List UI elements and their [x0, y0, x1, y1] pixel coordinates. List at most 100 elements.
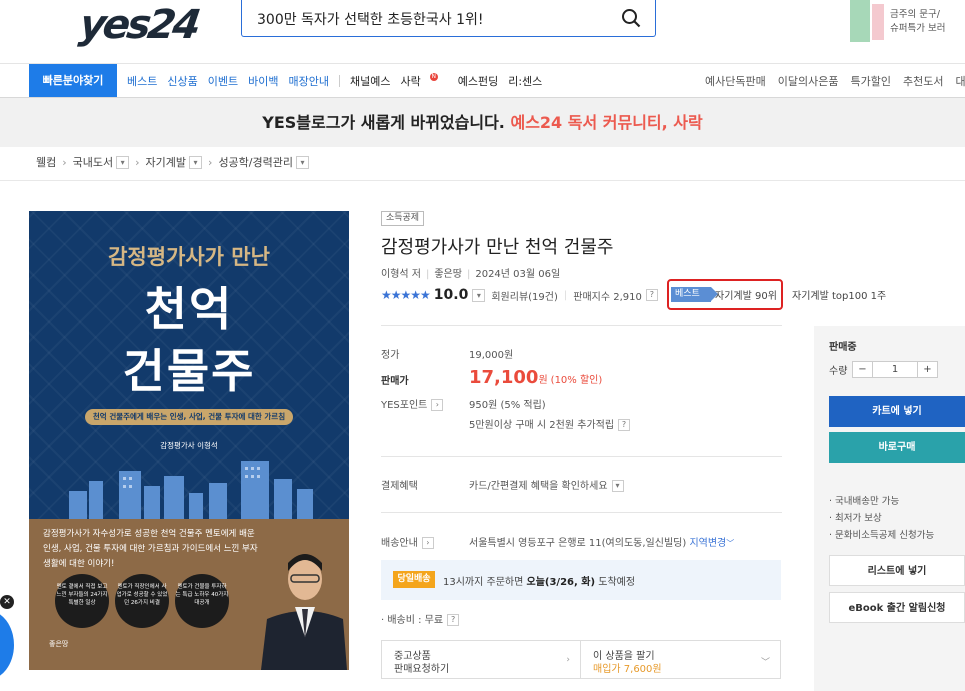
- increase-button[interactable]: +: [917, 362, 937, 377]
- rating-row: ★★★★★ 10.0 ▾ 회원리뷰(19건) | 판매지수 2,910 ?: [381, 287, 658, 303]
- announcement-banner[interactable]: YES블로그가 새롭게 바뀌었습니다. 예스24 독서 커뮤니티, 사락: [0, 98, 965, 147]
- nav-buyback[interactable]: 바이백: [248, 73, 278, 89]
- breadcrumb-domestic[interactable]: 국내도서: [73, 154, 113, 170]
- nav-store[interactable]: 매장안내: [289, 73, 329, 89]
- breadcrumb: 웰컴 › 국내도서 ▾ › 자기계발 ▾ › 성공학/경력관리 ▾: [36, 153, 309, 171]
- nav-event[interactable]: 이벤트: [208, 73, 238, 89]
- chevron-down-icon[interactable]: ▾: [116, 155, 130, 169]
- used-request: 판매요청하기: [394, 664, 450, 675]
- promo-text-1: 금주의 문구/: [890, 9, 940, 20]
- nav-discount[interactable]: 특가할인: [850, 73, 890, 89]
- delivery-date: 오늘(3/26, 화): [526, 577, 596, 588]
- benefit-2: · 최저가 보상: [829, 513, 882, 524]
- add-to-cart-button[interactable]: 카트에 넣기: [829, 396, 965, 427]
- search-input[interactable]: 300만 독자가 선택한 초등한국사 1위!: [257, 9, 483, 29]
- yes-point-value: 950원 (5% 적립): [469, 400, 546, 411]
- currency: 원: [538, 375, 548, 386]
- nav-bulk[interactable]: 대량: [955, 73, 965, 89]
- cover-publisher: 좋은땅: [49, 640, 69, 648]
- book-cover[interactable]: 감정평가사가 만난 천억 건물주 천억 건물주에게 배우는 인생, 사업, 건물…: [29, 211, 349, 670]
- quick-find-button[interactable]: 빠른분야찾기: [29, 64, 117, 97]
- nav-channel-yes[interactable]: 채널예스: [350, 73, 390, 89]
- sale-price-label: 판매가: [381, 376, 409, 387]
- breadcrumb-home[interactable]: 웰컴: [36, 154, 56, 170]
- quantity-stepper[interactable]: − 1 +: [852, 361, 938, 378]
- nav-new[interactable]: 신상품: [167, 73, 197, 89]
- cover-subtitle: 감정평가사가 만난: [108, 245, 270, 269]
- chevron-right-icon[interactable]: ›: [421, 537, 434, 549]
- breadcrumb-self-help[interactable]: 자기계발: [146, 154, 186, 170]
- cover-author: 감정평가사 이형석: [160, 441, 218, 450]
- promo-ad[interactable]: 금주의 문구/ 슈퍼특가 보러: [848, 0, 965, 44]
- buyback-price: 매입가 7,600원: [593, 664, 662, 675]
- chevron-down-icon[interactable]: ▾: [472, 288, 486, 302]
- benefit-3: · 문화비소득공제 신청가능: [829, 530, 935, 541]
- quantity-label: 수량: [829, 366, 848, 377]
- cover-point-3: 멘토가 건물을 투자하는 특급 노하우 40가지 대공개: [175, 574, 229, 628]
- shipping-fee: · 배송비 : 무료: [381, 615, 444, 626]
- ebook-notify-button[interactable]: eBook 출간 알림신청: [829, 592, 965, 623]
- help-icon[interactable]: ?: [618, 419, 631, 431]
- yes-point-extra-row: 5만원이상 구매 시 2천원 추가적립?: [469, 416, 631, 431]
- author-portrait: [261, 554, 347, 670]
- shipping-address-row: 서울특별시 영등포구 은행로 11(여의도동,일신빌딩) 지역변경﹀: [469, 534, 734, 549]
- search-bar[interactable]: 300만 독자가 선택한 초등한국사 1위!: [241, 0, 656, 37]
- tax-deduction-tag: 소득공제: [381, 211, 424, 226]
- chevron-right-icon: ›: [566, 655, 570, 665]
- cover-tagline: 천억 건물주에게 배우는 인생, 사업, 건물 투자에 대한 가르침: [85, 409, 293, 425]
- rating-score: 10.0: [433, 287, 469, 303]
- decrease-button[interactable]: −: [853, 362, 873, 377]
- buy-now-button[interactable]: 바로구매: [829, 432, 965, 463]
- delivery-cutoff: 13시까지 주문하면: [443, 577, 524, 588]
- discount-rate: (10% 할인): [550, 375, 603, 386]
- payment-benefit: 카드/간편결제 혜택을 확인하세요: [469, 481, 608, 492]
- nav-bestseller[interactable]: 베스트: [127, 73, 157, 89]
- benefit-1: · 국내배송만 가능: [829, 496, 900, 507]
- author-link[interactable]: 이형석 저: [381, 269, 421, 280]
- yes24-logo[interactable]: yes24: [77, 2, 201, 48]
- divider: [381, 456, 782, 457]
- help-icon[interactable]: ?: [645, 289, 658, 301]
- promo-text-2: 슈퍼특가 보러: [890, 23, 946, 34]
- chevron-down-icon[interactable]: ▾: [611, 480, 624, 492]
- review-count[interactable]: 회원리뷰(19건): [491, 288, 558, 303]
- yes-point-row: YES포인트 ›: [381, 396, 444, 411]
- chevron-down-icon[interactable]: ▾: [295, 155, 309, 169]
- nav-recommend[interactable]: 추천도서: [903, 73, 943, 89]
- right-nav: 예사단독판매 이달의사은품 특가할인 추천도서 대량: [705, 64, 965, 97]
- nav-divider: [338, 74, 340, 87]
- chevron-down-icon[interactable]: ▾: [189, 155, 203, 169]
- change-region-link[interactable]: 지역변경: [689, 538, 726, 549]
- sales-index: 판매지수 2,910: [573, 291, 642, 303]
- nav-sarak-label: 사락: [400, 74, 421, 88]
- search-icon[interactable]: [621, 8, 641, 28]
- chevron-down-icon: ﹀: [760, 658, 770, 668]
- nav-sarak[interactable]: 사락 N: [400, 72, 447, 89]
- nav-funding[interactable]: 예스펀딩: [458, 73, 498, 89]
- delivery-tail: 도착예정: [598, 577, 636, 588]
- publisher-link[interactable]: 좋은땅: [434, 269, 462, 280]
- used-sell-request-button[interactable]: 중고상품 판매요청하기 ›: [381, 640, 581, 679]
- yes-point-label: YES포인트: [381, 400, 428, 411]
- chevron-down-icon: ﹀: [726, 539, 735, 548]
- chevron-right-icon: ›: [135, 155, 140, 169]
- cover-description: 감정평가사가 자수성가로 성공한 천억 건물주 멘토에게 배운 인생, 사업, …: [43, 529, 258, 569]
- help-icon[interactable]: ?: [447, 614, 460, 626]
- add-to-wishlist-button[interactable]: 리스트에 넣기: [829, 555, 965, 586]
- top100-weeks[interactable]: 자기계발 top100 1주: [792, 287, 886, 302]
- quantity-input[interactable]: 1: [873, 362, 917, 377]
- same-day-badge: 당일배송: [393, 571, 435, 588]
- nav-gifts[interactable]: 이달의사은품: [778, 73, 839, 89]
- banner-highlight[interactable]: 예스24 독서 커뮤니티, 사락: [510, 113, 702, 132]
- close-icon[interactable]: ✕: [0, 595, 14, 609]
- payment-row[interactable]: 카드/간편결제 혜택을 확인하세요 ▾: [469, 477, 624, 492]
- promo-image: [850, 0, 870, 42]
- breadcrumb-success[interactable]: 성공학/경력관리: [218, 154, 293, 170]
- sell-this-item-button[interactable]: 이 상품을 팔기 매입가 7,600원 ﹀: [580, 640, 781, 679]
- nav-license[interactable]: 리:센스: [508, 73, 542, 89]
- chevron-right-icon[interactable]: ›: [431, 399, 444, 411]
- nav-exclusive[interactable]: 예사단독판매: [705, 73, 766, 89]
- bestseller-rank[interactable]: 자기계발 90위: [715, 287, 777, 302]
- floating-widget[interactable]: [0, 610, 14, 680]
- shipping-fee-row: · 배송비 : 무료?: [381, 611, 460, 626]
